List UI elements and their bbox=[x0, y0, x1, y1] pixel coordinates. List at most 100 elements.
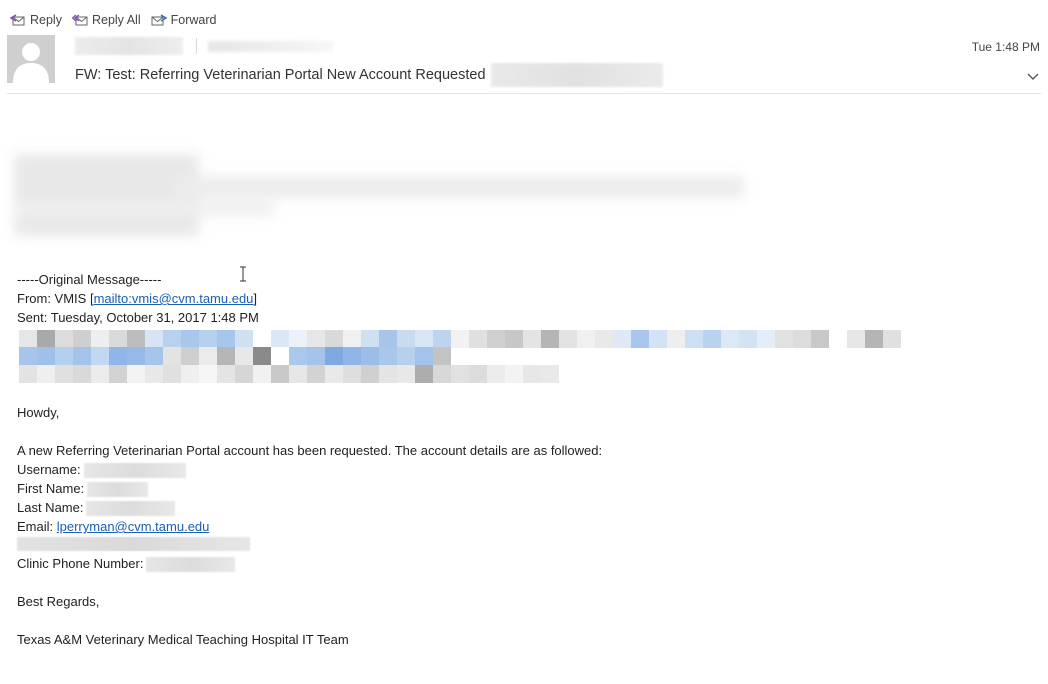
redaction-pixel bbox=[559, 330, 577, 348]
reply-all-label: Reply All bbox=[91, 13, 141, 27]
redaction-pixel bbox=[217, 365, 235, 383]
redaction-pixel bbox=[343, 347, 361, 365]
redaction-pixel bbox=[163, 347, 181, 365]
redaction-pixel bbox=[55, 330, 73, 348]
chevron-down-icon[interactable] bbox=[1026, 72, 1040, 82]
redaction-pixel bbox=[451, 365, 469, 383]
redaction-pixel bbox=[307, 365, 325, 383]
forward-button[interactable]: Forward bbox=[151, 13, 216, 27]
redaction-pixel bbox=[217, 347, 235, 365]
redaction-pixel bbox=[235, 347, 253, 365]
redaction-pixel bbox=[811, 330, 829, 348]
signature: Texas A&M Veterinary Medical Teaching Ho… bbox=[17, 632, 349, 647]
redaction-pixel bbox=[181, 365, 199, 383]
reply-all-button[interactable]: Reply All bbox=[71, 13, 141, 27]
redaction-pixel bbox=[469, 365, 487, 383]
redaction-pixel bbox=[163, 365, 181, 383]
forward-icon bbox=[151, 14, 167, 26]
header-separator bbox=[7, 93, 1041, 94]
reply-all-icon bbox=[71, 14, 88, 26]
redaction-pixel bbox=[595, 330, 613, 348]
redaction-pixel bbox=[91, 365, 109, 383]
redaction-pixel bbox=[199, 347, 217, 365]
text-cursor-icon bbox=[240, 266, 246, 282]
redaction-pixel bbox=[127, 347, 145, 365]
redaction-pixel bbox=[199, 365, 217, 383]
redaction-pixel bbox=[721, 330, 739, 348]
redaction-pixel bbox=[19, 347, 37, 365]
first-name-redacted bbox=[87, 482, 149, 498]
redaction-pixel bbox=[325, 365, 343, 383]
redaction-pixel bbox=[37, 365, 55, 383]
redaction-pixel bbox=[487, 330, 505, 348]
redaction-pixel bbox=[433, 365, 451, 383]
redaction-pixel bbox=[289, 330, 307, 348]
redaction-pixel bbox=[109, 365, 127, 383]
redaction-pixel bbox=[415, 330, 433, 348]
redaction-pixel bbox=[433, 347, 451, 365]
original-from-line: From: VMIS [mailto:vmis@cvm.tamu.edu] bbox=[17, 289, 257, 308]
message-subject: FW: Test: Referring Veterinarian Portal … bbox=[75, 63, 663, 87]
from-label: From: VMIS [ bbox=[17, 291, 94, 306]
reply-button[interactable]: Reply bbox=[10, 13, 62, 27]
redaction-pixel bbox=[829, 330, 847, 348]
username-label: Username: bbox=[17, 462, 81, 477]
redaction-pixel bbox=[397, 365, 415, 383]
subject-text: FW: Test: Referring Veterinarian Portal … bbox=[75, 67, 486, 83]
redacted-subject-line bbox=[19, 365, 559, 383]
redaction-pixel bbox=[739, 330, 757, 348]
redaction-pixel bbox=[505, 330, 523, 348]
redaction-pixel bbox=[541, 365, 559, 383]
redaction-pixel bbox=[217, 330, 235, 348]
redaction-pixel bbox=[289, 365, 307, 383]
email-link[interactable]: lperryman@cvm.tamu.edu bbox=[57, 519, 210, 534]
greeting: Howdy, bbox=[17, 405, 60, 420]
intro-text: A new Referring Veterinarian Portal acco… bbox=[17, 443, 603, 458]
clinic-phone-redacted bbox=[146, 557, 236, 573]
sender-avatar bbox=[7, 35, 55, 83]
first-name-label: First Name: bbox=[17, 481, 85, 496]
redaction-pixel bbox=[469, 330, 487, 348]
redaction-pixel bbox=[451, 330, 469, 348]
redaction-pixel bbox=[271, 365, 289, 383]
redaction-pixel bbox=[271, 330, 289, 348]
redaction-pixel bbox=[73, 365, 91, 383]
username-redacted bbox=[83, 463, 186, 479]
clinic-phone-label: Clinic Phone Number: bbox=[17, 556, 144, 571]
redaction-pixel bbox=[253, 365, 271, 383]
redaction-pixel bbox=[775, 330, 793, 348]
email-label: Email: bbox=[17, 519, 54, 534]
redaction-pixel bbox=[523, 330, 541, 348]
original-message-separator: -----Original Message----- bbox=[17, 272, 162, 287]
redaction-pixel bbox=[253, 330, 271, 348]
redaction-pixel bbox=[577, 330, 595, 348]
redaction-pixel bbox=[199, 330, 217, 348]
redaction-pixel bbox=[613, 330, 631, 348]
redaction-pixel bbox=[523, 365, 541, 383]
last-name-redacted bbox=[86, 501, 176, 517]
redaction-pixel bbox=[487, 365, 505, 383]
redaction-pixel bbox=[703, 330, 721, 348]
redaction-pixel bbox=[73, 330, 91, 348]
from-close: ] bbox=[253, 291, 258, 306]
redaction-pixel bbox=[91, 347, 109, 365]
redaction-pixel bbox=[883, 330, 901, 348]
redaction-pixel bbox=[55, 347, 73, 365]
redaction-pixel bbox=[109, 347, 127, 365]
last-name-label: Last Name: bbox=[17, 500, 84, 515]
redaction-pixel bbox=[73, 347, 91, 365]
redaction-pixel bbox=[415, 347, 433, 365]
redacted-to-line bbox=[19, 330, 901, 348]
redaction-pixel bbox=[325, 330, 343, 348]
redaction-pixel bbox=[235, 330, 253, 348]
redaction-pixel bbox=[325, 347, 343, 365]
original-sent-line: Sent: Tuesday, October 31, 2017 1:48 PM bbox=[17, 310, 259, 325]
redaction-pixel bbox=[379, 347, 397, 365]
redaction-pixel bbox=[667, 330, 685, 348]
redaction-pixel bbox=[271, 347, 289, 365]
subject-redacted bbox=[490, 63, 663, 87]
redaction-pixel bbox=[55, 365, 73, 383]
sender-name-redacted bbox=[75, 37, 183, 55]
header-divider bbox=[196, 38, 197, 54]
from-mailto-link[interactable]: mailto:vmis@cvm.tamu.edu bbox=[94, 291, 254, 306]
